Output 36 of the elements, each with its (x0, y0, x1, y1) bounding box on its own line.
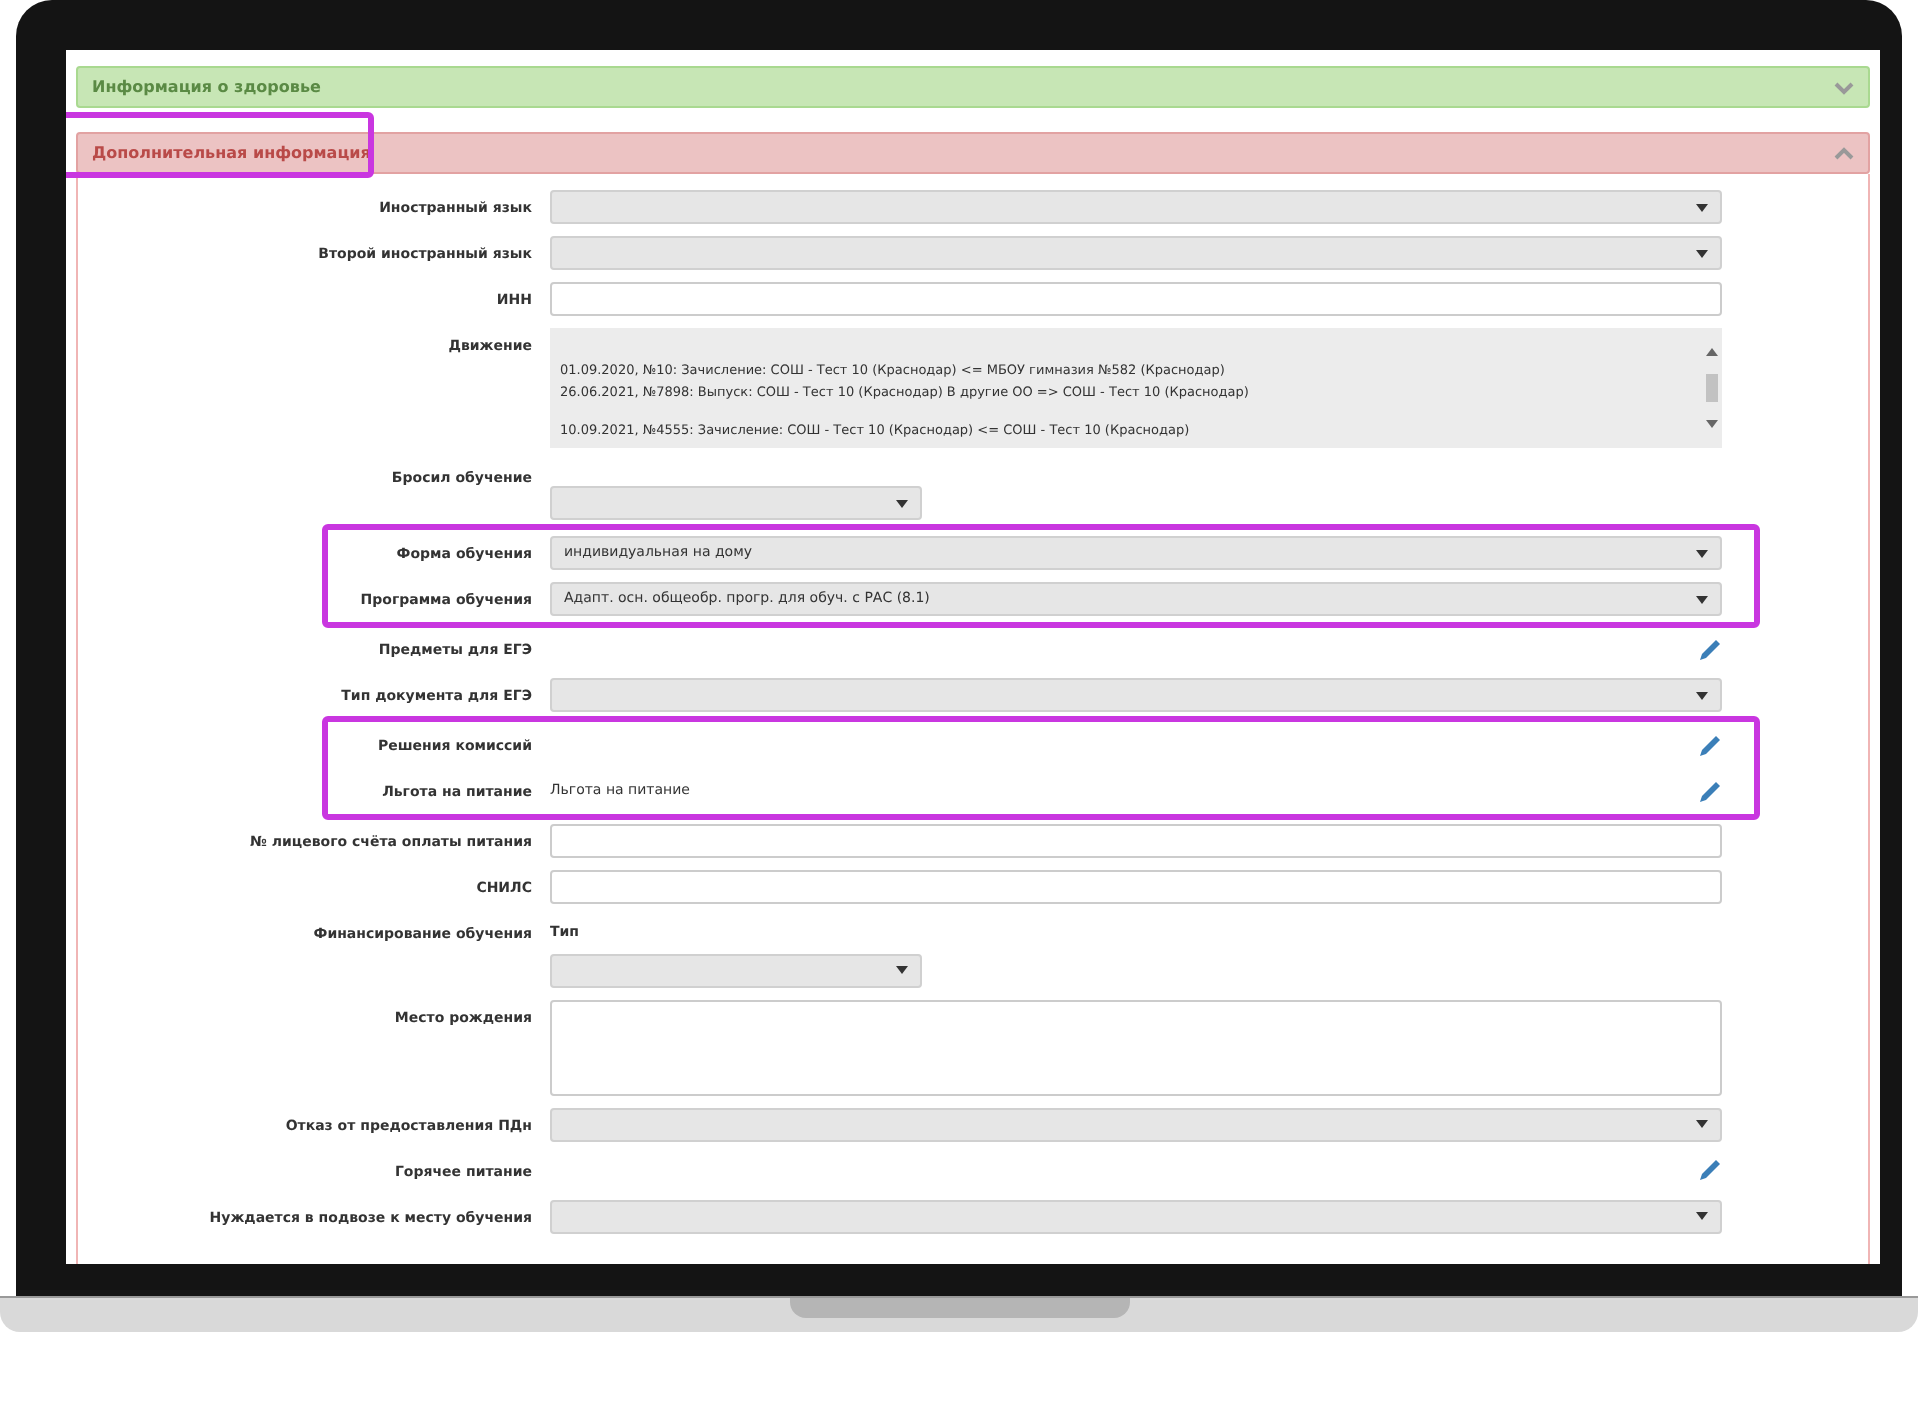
pencil-icon (1698, 779, 1722, 803)
scroll-up-icon (1706, 348, 1718, 356)
edit-button[interactable] (1698, 779, 1722, 803)
caret-icon (896, 499, 908, 507)
dropdown[interactable] (550, 486, 922, 520)
dropdown[interactable] (550, 1107, 1722, 1141)
input-field[interactable] (550, 870, 1722, 904)
caret-icon (1696, 1120, 1708, 1128)
dropdown[interactable] (550, 1199, 1722, 1233)
caret-icon (1696, 249, 1708, 257)
scroll-thumb[interactable] (1706, 374, 1718, 402)
panel-title: Дополнительная информация (92, 141, 371, 165)
input-field[interactable] (550, 282, 1722, 316)
edit-button[interactable] (1698, 637, 1722, 661)
input-field[interactable] (550, 824, 1722, 858)
chevron-down-icon (1834, 79, 1854, 95)
caret-icon (1696, 1212, 1708, 1220)
history-text-area[interactable] (550, 328, 1722, 448)
pencil-icon (1698, 1158, 1722, 1182)
caret-icon (1696, 203, 1708, 211)
pencil-icon (1698, 733, 1722, 757)
caret-icon (1696, 691, 1708, 699)
pencil-icon (1698, 637, 1722, 661)
caret-icon (1696, 595, 1708, 603)
dropdown[interactable] (550, 190, 1722, 224)
text-area[interactable] (550, 999, 1722, 1095)
dropdown[interactable] (550, 953, 922, 987)
dropdown[interactable] (550, 678, 1722, 712)
caret-icon (896, 966, 908, 974)
caret-icon (1696, 549, 1708, 557)
edit-button[interactable] (1698, 733, 1722, 757)
chevron-up-icon (1834, 145, 1854, 161)
scroll-down-icon (1706, 420, 1718, 428)
dropdown[interactable] (550, 236, 1722, 270)
edit-button[interactable] (1698, 1158, 1722, 1182)
panel-title: Информация о здоровье (92, 75, 321, 99)
